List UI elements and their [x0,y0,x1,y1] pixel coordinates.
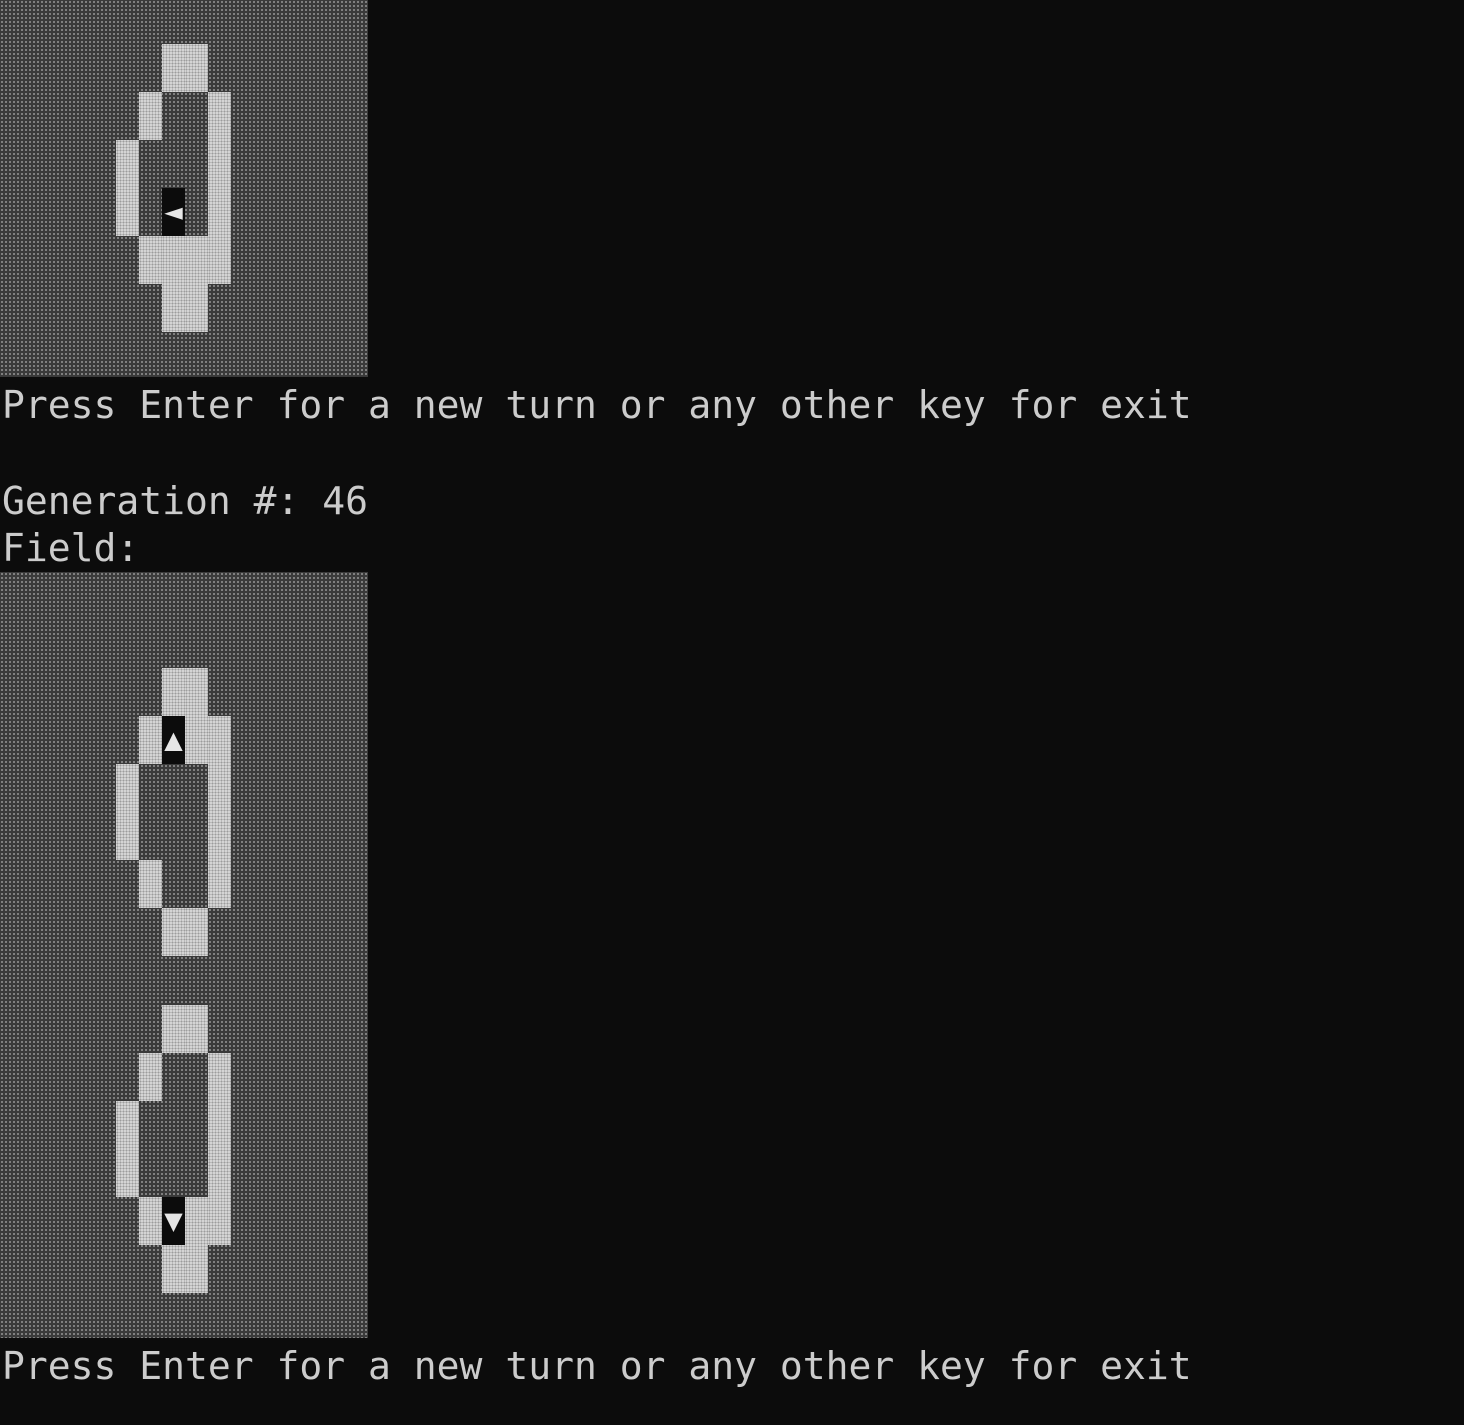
live-cell [208,1197,231,1245]
live-cell [162,44,185,92]
prompt-line: Press Enter for a new turn or any other … [2,1344,1192,1388]
live-cell [162,1245,185,1293]
previous-field-grid: ◄ [0,0,368,377]
current-field-grid: ▲ ▼ [0,572,368,1338]
live-cell [185,716,208,764]
live-cell [185,908,208,956]
live-cell [139,716,162,764]
live-cell [116,140,139,188]
live-cell [162,236,185,284]
live-cell [162,908,185,956]
live-cell [116,812,139,860]
live-cell [185,1005,208,1053]
live-cell [162,1005,185,1053]
live-cell [185,284,208,332]
live-cell [208,1149,231,1197]
live-cell [185,44,208,92]
live-cell [162,284,185,332]
live-cell [162,668,185,716]
live-cell [208,860,231,908]
live-cell [116,188,139,236]
live-cell [139,860,162,908]
ant-up-icon: ▲ [162,716,185,764]
live-cell [185,236,208,284]
live-cell [185,1245,208,1293]
live-cell [185,1197,208,1245]
live-cell [208,140,231,188]
live-cell [116,1149,139,1197]
live-cell [139,92,162,140]
live-cell [208,1101,231,1149]
live-cell [208,716,231,764]
field-label: Field: [2,526,140,570]
live-cell [208,1053,231,1101]
live-cell [208,236,231,284]
live-cell [208,812,231,860]
live-cell [116,764,139,812]
ant-left-icon: ◄ [162,188,185,236]
live-cell [139,1053,162,1101]
live-cell [208,92,231,140]
live-cell [116,1101,139,1149]
generation-counter: Generation #: 46 [2,479,369,523]
prompt-line: Press Enter for a new turn or any other … [2,383,1192,427]
live-cell [139,236,162,284]
live-cell [208,188,231,236]
live-cell [208,764,231,812]
console-window: ◄ Press Enter for a new turn or any othe… [0,0,1464,1425]
live-cell [139,1197,162,1245]
ant-down-icon: ▼ [162,1197,185,1245]
live-cell [185,668,208,716]
